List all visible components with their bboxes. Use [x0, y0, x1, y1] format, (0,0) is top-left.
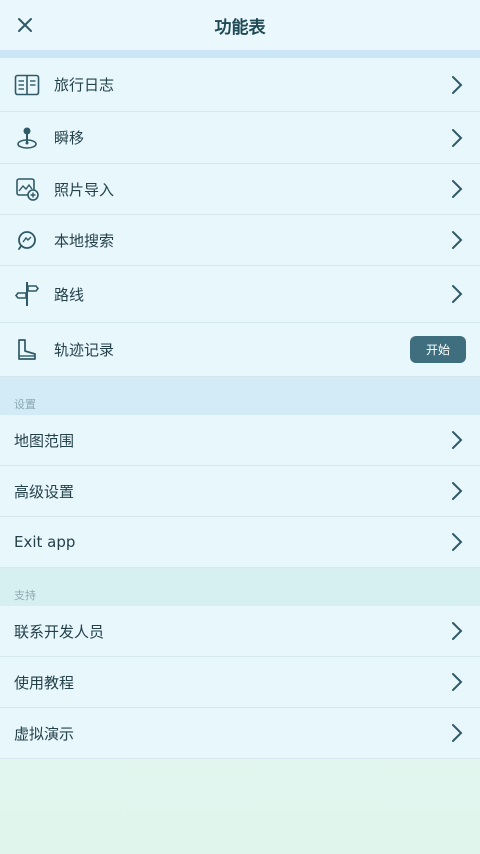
- chevron-right-icon: [448, 178, 466, 200]
- start-track-button[interactable]: 开始: [409, 336, 466, 363]
- chevron-right-icon: [448, 531, 466, 553]
- menu-item-label: 瞬移: [54, 129, 85, 147]
- main-menu: 旅行日志 瞬移 照片导入 本地搜索 路线 轨迹记录 开始: [0, 58, 480, 377]
- chevron-right-icon: [448, 722, 466, 744]
- section-heading-support: 支持: [0, 568, 480, 606]
- chevron-right-icon: [448, 229, 466, 251]
- menu-item-label: 地图范围: [14, 431, 75, 450]
- menu-item-local-search[interactable]: 本地搜索: [0, 215, 480, 266]
- photo-import-icon: [14, 176, 40, 202]
- menu-item-label: 旅行日志: [54, 76, 115, 94]
- chevron-right-icon: [448, 620, 466, 642]
- top-bar: 功能表: [0, 0, 480, 50]
- chevron-right-icon: [448, 429, 466, 451]
- chevron-right-icon: [448, 74, 466, 96]
- close-button[interactable]: [10, 10, 40, 40]
- page-title: 功能表: [214, 17, 266, 38]
- menu-item-route[interactable]: 路线: [0, 266, 480, 323]
- track-record-icon: [14, 337, 40, 363]
- teleport-icon: [14, 125, 40, 151]
- menu-item-label: 本地搜索: [54, 231, 115, 250]
- section-heading-settings: 设置: [0, 377, 480, 415]
- menu-item-label: 路线: [54, 285, 85, 304]
- menu-item-contact-developer[interactable]: 联系开发人员: [0, 606, 480, 657]
- chevron-right-icon: [448, 283, 466, 305]
- close-icon: [18, 18, 32, 32]
- support-menu: 联系开发人员 使用教程 虚拟演示: [0, 606, 480, 759]
- chevron-right-icon: [448, 671, 466, 693]
- menu-item-label: 使用教程: [14, 673, 75, 692]
- menu-item-label: Exit app: [14, 533, 76, 551]
- menu-item-label: 照片导入: [54, 180, 115, 199]
- menu-item-virtual-demo[interactable]: 虚拟演示: [0, 708, 480, 759]
- menu-item-label: 轨迹记录: [54, 341, 115, 359]
- chevron-right-icon: [448, 480, 466, 502]
- menu-item-map-range[interactable]: 地图范围: [0, 415, 480, 466]
- menu-item-photo-import[interactable]: 照片导入: [0, 164, 480, 215]
- menu-item-journal[interactable]: 旅行日志: [0, 58, 480, 112]
- menu-item-teleport[interactable]: 瞬移: [0, 112, 480, 164]
- chevron-right-icon: [448, 127, 466, 149]
- menu-item-advanced-settings[interactable]: 高级设置: [0, 466, 480, 517]
- route-signpost-icon: [14, 281, 40, 307]
- menu-item-track-record: 轨迹记录 开始: [0, 323, 480, 377]
- menu-item-label: 虚拟演示: [14, 724, 75, 743]
- menu-item-tutorial[interactable]: 使用教程: [0, 657, 480, 708]
- menu-item-exit-app[interactable]: Exit app: [0, 517, 480, 568]
- settings-menu: 地图范围 高级设置 Exit app: [0, 415, 480, 568]
- local-search-icon: [14, 227, 40, 253]
- menu-item-label: 高级设置: [14, 482, 75, 501]
- menu-item-label: 联系开发人员: [14, 622, 105, 641]
- journal-icon: [14, 72, 40, 98]
- header-divider: [0, 50, 480, 58]
